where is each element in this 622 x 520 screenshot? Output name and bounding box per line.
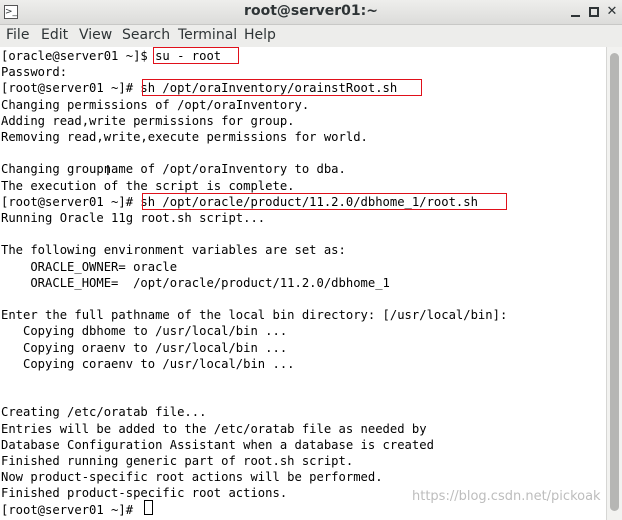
- terminal-line: ORACLE_HOME= /opt/oracle/product/11.2.0/…: [1, 275, 390, 290]
- menu-file[interactable]: File: [6, 27, 29, 43]
- watermark: https://blog.csdn.net/pickoak: [412, 489, 601, 504]
- window-title: root@server01:~: [244, 3, 378, 19]
- menu-search[interactable]: Search: [122, 27, 170, 43]
- terminal-line: The execution of the script is complete.: [1, 178, 295, 193]
- minimize-icon[interactable]: [568, 4, 584, 20]
- terminal-line: The following environment variables are …: [1, 243, 346, 258]
- terminal-line: Copying oraenv to /usr/local/bin ...: [1, 340, 288, 355]
- menu-view[interactable]: View: [79, 27, 112, 43]
- terminal-line: Adding read,write permissions for group.: [1, 113, 295, 128]
- terminal-line: Finished running generic part of root.sh…: [1, 454, 354, 468]
- terminal-line: Entries will be added to the /etc/oratab…: [1, 421, 427, 436]
- terminal-line: Changing groupname of /opt/oraInventory …: [1, 162, 346, 177]
- scrollbar[interactable]: [606, 47, 622, 520]
- terminal-line: Copying coraenv to /usr/local/bin ...: [1, 356, 295, 371]
- highlight-su-root: [153, 47, 239, 64]
- menu-help[interactable]: Help: [244, 27, 276, 43]
- terminal-line: Password:: [1, 65, 68, 80]
- mouse-ibeam-icon: I: [106, 164, 110, 179]
- terminal-line: Removing read,write,execute permissions …: [1, 130, 368, 144]
- terminal-line: Changing permissions of /opt/oraInventor…: [1, 97, 310, 112]
- close-icon[interactable]: ✕: [604, 4, 620, 20]
- terminal-output[interactable]: [oracle@server01 ~]$ su - root Password:[…: [0, 47, 606, 520]
- terminal-line: Enter the full pathname of the local bin…: [1, 308, 508, 323]
- menu-terminal[interactable]: Terminal: [178, 27, 237, 43]
- terminal-line: ORACLE_OWNER= oracle: [1, 259, 178, 274]
- maximize-icon[interactable]: [586, 4, 602, 20]
- scroll-thumb[interactable]: [610, 53, 619, 511]
- terminal-cursor: [144, 500, 153, 515]
- terminal-line: Now product-specific root actions will b…: [1, 470, 383, 485]
- terminal-line: Running Oracle 11g root.sh script...: [1, 211, 266, 225]
- terminal-line: Copying dbhome to /usr/local/bin ...: [1, 324, 288, 339]
- terminal-line: Finished product-specific root actions.: [1, 486, 288, 501]
- terminal-line: Creating /etc/oratab file...: [1, 405, 207, 420]
- terminal-line: [root@server01 ~]#: [1, 502, 141, 517]
- title-bar[interactable]: >_ root@server01:~ ✕: [0, 0, 622, 25]
- menu-edit[interactable]: Edit: [41, 27, 68, 43]
- terminal-line: Database Configuration Assistant when a …: [1, 437, 434, 452]
- highlight-orainstroot: [142, 79, 422, 96]
- highlight-root-sh: [142, 193, 507, 210]
- menu-bar: File Edit View Search Terminal Help: [0, 25, 622, 48]
